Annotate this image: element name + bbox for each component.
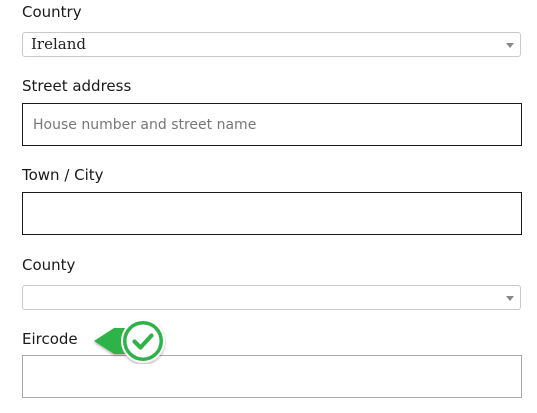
county-select[interactable] [22,285,521,310]
eircode-label: Eircode [22,330,78,348]
county-label: County [22,256,76,274]
checkmark-badge [94,319,165,363]
country-select[interactable]: Ireland [22,32,521,57]
checkout-address-form: Country Ireland Street address Town / Ci… [0,0,537,413]
street-address-label: Street address [22,77,132,95]
country-label: Country [22,3,82,21]
street-address-input[interactable] [22,103,522,146]
town-city-label: Town / City [22,166,104,184]
country-select-value: Ireland [31,35,86,53]
chevron-down-icon [506,43,514,48]
checkmark-icon-bg [126,324,160,358]
chevron-down-icon [506,296,514,301]
town-city-input[interactable] [22,192,522,235]
